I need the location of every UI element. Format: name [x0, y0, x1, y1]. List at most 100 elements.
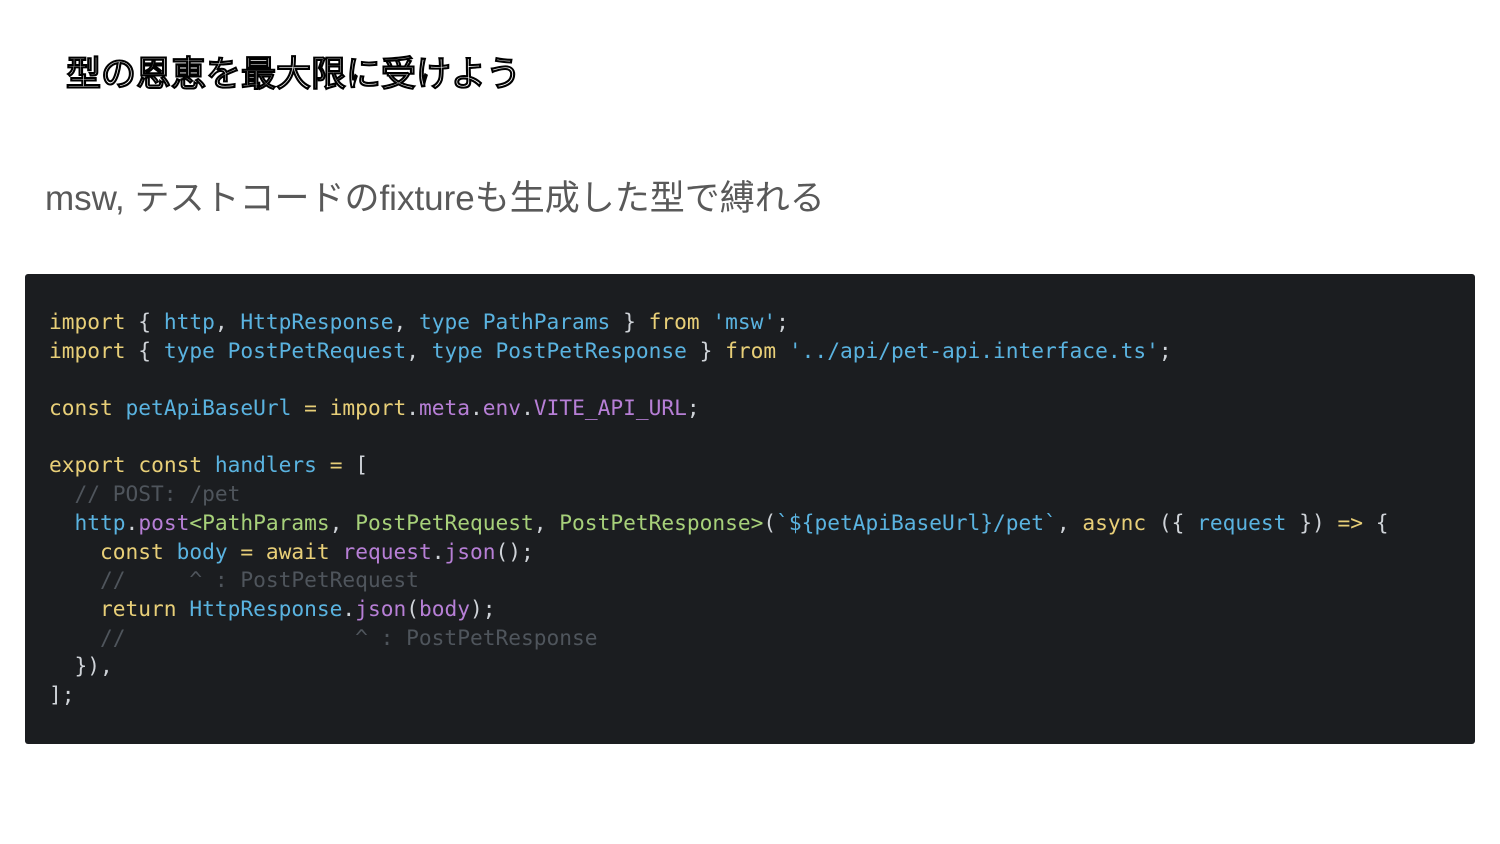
code-token: );	[470, 595, 496, 621]
code-line: const body = await request.json();	[49, 538, 1475, 567]
code-token: from	[648, 309, 700, 334]
code-token: const	[49, 395, 113, 421]
code-token: json	[444, 538, 496, 564]
code-token: async	[1082, 509, 1147, 535]
code-token: {	[1362, 509, 1389, 535]
code-line: }),	[49, 652, 1475, 681]
code-token: ;	[1158, 337, 1172, 363]
code-line: return HttpResponse.json(body);	[49, 595, 1475, 624]
code-line: ];	[49, 681, 1475, 710]
code-token: import	[49, 309, 126, 334]
code-line: // ^ : PostPetResponse	[49, 624, 1475, 653]
code-token: PostPetRequest	[355, 509, 534, 535]
code-token: meta	[418, 395, 471, 421]
code-token: .	[521, 395, 534, 421]
code-token: petApiBaseUrl	[125, 395, 292, 421]
code-token: // ^ : PostPetResponse	[49, 624, 598, 650]
code-token: ({	[1146, 509, 1198, 535]
code-token: return	[100, 595, 177, 621]
slide-subtitle: msw, テストコードのfixtureも生成した型で縛れる	[45, 179, 825, 218]
code-token: =	[240, 538, 254, 564]
code-token: =	[329, 452, 343, 478]
code-line: http.post<PathParams, PostPetRequest, Po…	[49, 509, 1475, 538]
code-token: .	[406, 395, 419, 421]
code-token: ,	[533, 509, 560, 535]
code-token: })	[1286, 509, 1338, 535]
code-token: import	[329, 395, 407, 421]
code-token: '../api/pet-api.interface.ts'	[788, 337, 1159, 363]
code-token: ,	[329, 509, 356, 535]
code-token: ;	[776, 309, 789, 334]
code-token: from	[725, 337, 777, 363]
code-token: const	[100, 538, 164, 564]
code-token: ,	[1056, 509, 1083, 535]
code-token: 'msw'	[712, 309, 777, 334]
code-token: (	[406, 595, 419, 621]
code-token: }),	[49, 653, 113, 679]
code-token: <PathParams	[189, 509, 330, 535]
code-token: .	[342, 595, 356, 621]
code-token: [	[342, 452, 368, 478]
code-token: type PostPetResponse	[431, 337, 687, 363]
code-token: }	[686, 337, 726, 363]
code-line: import { http, HttpResponse, type PathPa…	[49, 308, 1475, 337]
code-token: =>	[1337, 509, 1363, 535]
code-line: export const handlers = [	[49, 451, 1475, 480]
code-token: HttpResponse	[189, 595, 343, 621]
code-token: export	[49, 452, 126, 478]
code-token: http	[74, 509, 126, 535]
code-line: import { type PostPetRequest, type PostP…	[49, 337, 1475, 366]
code-token: await	[265, 538, 330, 564]
code-token: env	[482, 395, 522, 421]
code-token: HttpResponse	[240, 309, 394, 334]
code-token: ,	[214, 309, 241, 334]
code-token: const	[138, 452, 203, 478]
code-token: request	[342, 538, 432, 564]
code-token: type PostPetRequest	[163, 337, 407, 363]
code-token: ();	[495, 538, 534, 564]
code-token: `${petApiBaseUrl}/pet`	[776, 509, 1057, 535]
code-token: http	[163, 309, 215, 334]
code-token: // POST: /pet	[49, 481, 241, 507]
code-token: {	[125, 309, 164, 334]
code-token: }	[610, 309, 649, 334]
code-token: ,	[406, 337, 432, 363]
code-token: type PathParams	[418, 309, 611, 334]
code-token: handlers	[214, 452, 317, 478]
code-line: // POST: /pet	[49, 480, 1475, 509]
code-token: // ^ : PostPetRequest	[49, 567, 419, 593]
code-block: import { http, HttpResponse, type PathPa…	[25, 274, 1475, 744]
slide-title: 型の恩恵を最大限に受けよう	[65, 55, 522, 96]
code-token: body	[176, 538, 228, 564]
code-token: PostPetResponse>	[559, 509, 764, 535]
code-token: ;	[686, 395, 700, 421]
code-token: ];	[49, 681, 75, 707]
code-token: ,	[393, 309, 419, 334]
code-line: // ^ : PostPetRequest	[49, 566, 1475, 595]
code-token: import	[49, 337, 126, 363]
code-token: .	[431, 538, 445, 564]
code-token: =	[304, 395, 317, 421]
code-token: .	[125, 509, 139, 535]
code-token: body	[418, 595, 471, 621]
code-token: VITE_API_URL	[533, 395, 687, 421]
code-token: (	[763, 509, 777, 535]
code-token: json	[355, 595, 407, 621]
code-token: .	[470, 395, 483, 421]
